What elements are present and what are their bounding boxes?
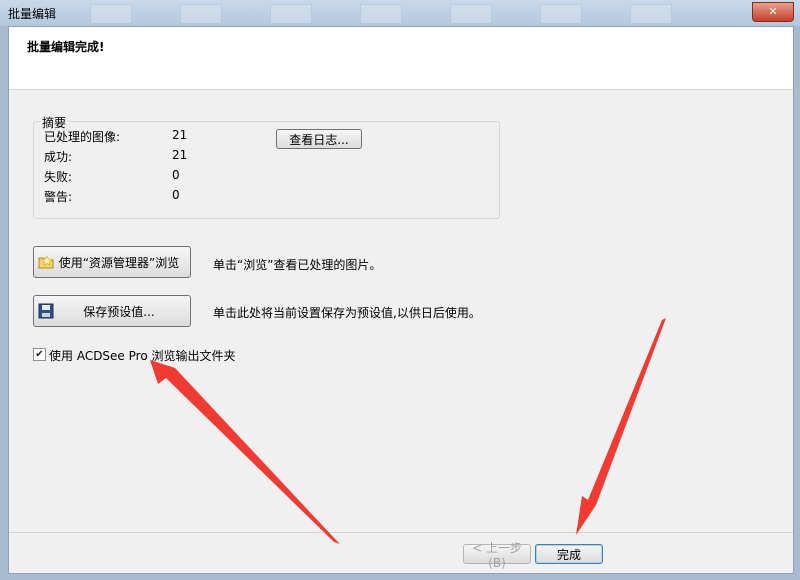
title-bar[interactable]: 批量编辑 ✕ <box>0 0 800 26</box>
folder-icon <box>38 255 54 269</box>
failed-label: 失败: <box>44 170 73 184</box>
dialog-body: 批量编辑完成! 摘要 已处理的图像: 21 成功: 21 失败: 0 警告: 0… <box>8 26 794 574</box>
background-tile <box>270 4 312 24</box>
footer-divider <box>9 532 793 533</box>
warning-value: 0 <box>172 188 180 202</box>
warning-label: 警告: <box>44 190 73 204</box>
processed-value: 21 <box>172 128 188 142</box>
close-button[interactable]: ✕ <box>752 2 794 22</box>
view-log-button[interactable]: 查看日志... <box>276 129 362 149</box>
window-title: 批量编辑 <box>8 7 57 21</box>
page-title: 批量编辑完成! <box>27 40 105 54</box>
browse-description: 单击“浏览”查看已处理的图片。 <box>213 258 382 272</box>
finish-button[interactable]: 完成 <box>535 544 603 564</box>
failed-value: 0 <box>172 168 180 182</box>
close-icon: ✕ <box>768 5 778 18</box>
background-tile <box>90 4 132 24</box>
summary-group: 摘要 已处理的图像: 21 成功: 21 失败: 0 警告: 0 <box>33 114 500 219</box>
save-preset-description: 单击此处将当前设置保存为预设值,以供日后使用。 <box>213 306 481 320</box>
save-preset-label: 保存预设值... <box>83 304 155 319</box>
floppy-disk-icon <box>38 303 54 319</box>
header-band: 批量编辑完成! <box>9 27 793 90</box>
background-tile <box>360 4 402 24</box>
browse-explorer-label: 使用“资源管理器”浏览 <box>58 255 180 270</box>
background-tile <box>630 4 672 24</box>
checkmark-icon: ✔ <box>35 349 44 360</box>
background-tile <box>180 4 222 24</box>
browse-output-label[interactable]: 使用 ACDSee Pro 浏览输出文件夹 <box>49 347 235 364</box>
browse-output-checkbox[interactable]: ✔ <box>33 348 46 361</box>
success-value: 21 <box>172 148 188 162</box>
processed-label: 已处理的图像: <box>44 130 121 144</box>
browse-explorer-button[interactable]: 使用“资源管理器”浏览 <box>33 246 191 278</box>
success-label: 成功: <box>44 150 73 164</box>
back-button[interactable]: < 上一步(B) <box>463 541 531 570</box>
background-tile <box>450 4 492 24</box>
save-preset-button[interactable]: 保存预设值... <box>33 295 191 327</box>
background-tile <box>540 4 582 24</box>
